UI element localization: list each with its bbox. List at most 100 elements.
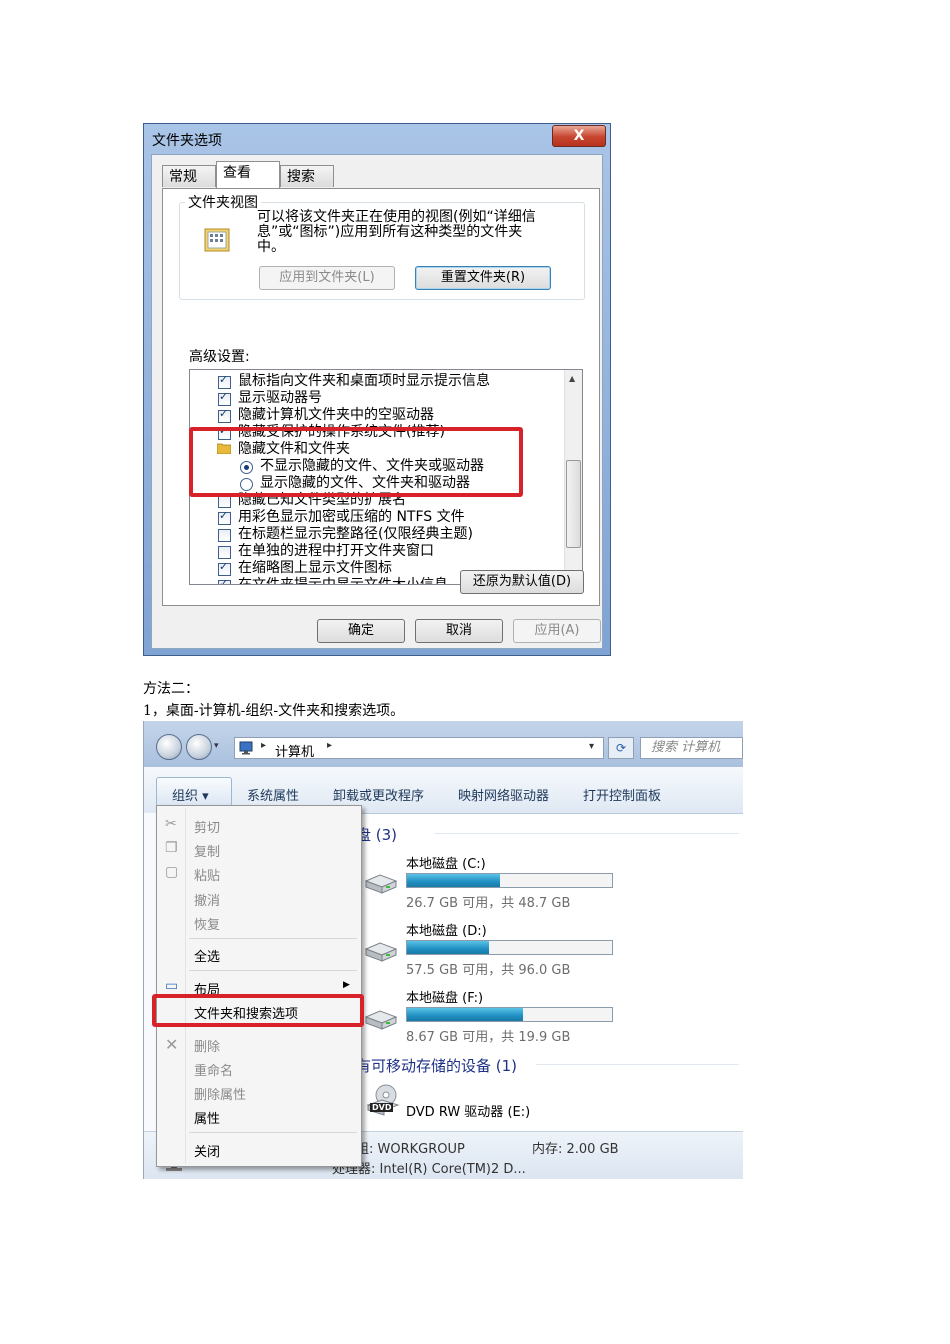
- cancel-button[interactable]: 取消: [415, 619, 503, 643]
- setting-item: 在缩略图上显示文件图标: [238, 560, 392, 576]
- back-button[interactable]: [156, 734, 182, 760]
- checkbox[interactable]: [218, 577, 231, 584]
- menu-item-properties[interactable]: 属性: [194, 1108, 220, 1127]
- hard-disks-section: 盘 (3): [356, 826, 398, 844]
- computer-icon: [239, 741, 255, 755]
- breadcrumb-chevron-icon[interactable]: ▸: [327, 740, 332, 751]
- method-heading: 方法二：: [143, 681, 199, 697]
- highlight-box: [152, 994, 364, 1027]
- menu-item-delete[interactable]: 删除: [194, 1036, 220, 1055]
- setting-item: 在文件夹提示中显示文件大小信息: [238, 577, 448, 585]
- list-scrollbar[interactable]: ▲ ▼: [564, 370, 582, 584]
- drive-f-name[interactable]: 本地磁盘 (F:): [406, 987, 483, 1006]
- folder-views-label: 文件夹视图: [185, 192, 261, 212]
- tab-view[interactable]: 查看: [216, 161, 280, 188]
- folder-view-icon: [203, 225, 233, 255]
- menu-item-cut[interactable]: 剪切: [194, 817, 220, 836]
- dialog-client: 常规 查看 搜索 文件夹视图 可以将该文件夹正在使用的视图(例如“详细信 息”或…: [151, 154, 603, 649]
- drive-c-usage-fill: [407, 874, 500, 887]
- checkbox[interactable]: [218, 560, 231, 576]
- menu-separator: [189, 970, 357, 971]
- checkbox[interactable]: [218, 407, 231, 423]
- checkbox[interactable]: [218, 373, 231, 389]
- setting-item: 鼠标指向文件夹和桌面项时显示提示信息: [238, 373, 490, 389]
- breadcrumb-separator-icon: ▸: [261, 740, 267, 751]
- explorer-window: ▾ ▸ 计算机 ▸ ▾ ⟳ 搜索 计算机 组织 ▾ 系统属性 卸载或更改程序 映…: [143, 721, 743, 1179]
- setting-item: 在标题栏显示完整路径(仅限经典主题): [238, 526, 473, 542]
- highlight-box: [189, 427, 523, 497]
- checkbox[interactable]: [218, 390, 231, 406]
- setting-item: 在单独的进程中打开文件夹窗口: [238, 543, 434, 559]
- step-text: 1，桌面-计算机-组织-文件夹和搜索选项。: [143, 703, 405, 719]
- section-divider: [536, 1064, 739, 1065]
- map-network-drive-button[interactable]: 映射网络驱动器: [458, 785, 549, 804]
- apply-to-folders-button[interactable]: 应用到文件夹(L): [259, 266, 395, 290]
- menu-item-rename[interactable]: 重命名: [194, 1060, 233, 1079]
- refresh-icon[interactable]: ⟳: [608, 737, 634, 759]
- menu-separator: [189, 1132, 357, 1133]
- drive-f-usage-bar: [406, 1007, 613, 1022]
- menu-item-undo[interactable]: 撤消: [194, 890, 220, 909]
- memory-info: 内存: 2.00 GB: [532, 1142, 619, 1157]
- tab-general[interactable]: 常规: [162, 165, 216, 187]
- dvd-drive-name[interactable]: DVD RW 驱动器 (E:): [406, 1101, 530, 1120]
- drive-d-name[interactable]: 本地磁盘 (D:): [406, 920, 487, 939]
- hard-drive-icon: [364, 1007, 398, 1031]
- checkbox[interactable]: [218, 509, 231, 525]
- folder-options-dialog: 文件夹选项 X 常规 查看 搜索 文件夹视图 可以将该文件夹正在使用的视图(例如…: [143, 123, 611, 656]
- breadcrumb-computer[interactable]: 计算机: [275, 741, 314, 760]
- drive-d-usage-fill: [407, 941, 490, 954]
- section-divider: [434, 833, 739, 834]
- checkbox[interactable]: [218, 529, 231, 542]
- menu-item-close[interactable]: 关闭: [194, 1141, 220, 1160]
- menu-item-remove-properties[interactable]: 删除属性: [194, 1084, 246, 1103]
- delete-icon: ✕: [165, 1035, 179, 1054]
- submenu-arrow-icon: ▶: [343, 980, 350, 990]
- checkbox[interactable]: [218, 546, 231, 559]
- hard-drive-icon: [364, 871, 398, 895]
- advanced-settings-label: 高级设置:: [189, 349, 250, 365]
- restore-defaults-button[interactable]: 还原为默认值(D): [460, 570, 584, 594]
- drive-c-usage-bar: [406, 873, 613, 888]
- open-control-panel-button[interactable]: 打开控制面板: [583, 785, 661, 804]
- forward-button[interactable]: [186, 734, 212, 760]
- organize-button[interactable]: 组织 ▾: [172, 785, 209, 804]
- menu-item-copy[interactable]: 复制: [194, 841, 220, 860]
- scroll-up-icon[interactable]: ▲: [569, 374, 575, 383]
- layout-icon: ▭: [165, 978, 179, 994]
- dvd-badge: DVD: [370, 1103, 394, 1112]
- drive-d-free-space: 57.5 GB 可用，共 96.0 GB: [406, 963, 571, 978]
- drive-c-name[interactable]: 本地磁盘 (C:): [406, 853, 486, 872]
- close-button[interactable]: X: [552, 125, 606, 147]
- search-input[interactable]: 搜索 计算机: [640, 737, 743, 759]
- folder-views-description: 可以将该文件夹正在使用的视图(例如“详细信 息”或“图标”)应用到所有这种类型的…: [257, 209, 536, 255]
- address-box[interactable]: ▸ 计算机 ▸ ▾: [234, 737, 604, 760]
- reset-folders-button[interactable]: 重置文件夹(R): [415, 266, 551, 290]
- removable-section: 有可移动存储的设备 (1): [356, 1057, 518, 1075]
- chevron-down-icon[interactable]: ▾: [214, 741, 219, 751]
- ok-button[interactable]: 确定: [317, 619, 405, 643]
- drive-c-free-space: 26.7 GB 可用，共 48.7 GB: [406, 896, 571, 911]
- drive-f-usage-fill: [407, 1008, 523, 1021]
- system-properties-button[interactable]: 系统属性: [247, 785, 299, 804]
- hard-drive-icon: [364, 939, 398, 963]
- setting-item: 隐藏计算机文件夹中的空驱动器: [238, 407, 434, 423]
- menu-gutter: [185, 808, 186, 1163]
- menu-separator: [189, 938, 357, 939]
- uninstall-program-button[interactable]: 卸载或更改程序: [333, 785, 424, 804]
- history-dropdown-icon[interactable]: ▾: [589, 741, 594, 752]
- address-bar-area: ▾ ▸ 计算机 ▸ ▾ ⟳ 搜索 计算机: [144, 721, 743, 767]
- scroll-thumb[interactable]: [566, 460, 581, 548]
- setting-item: 用彩色显示加密或压缩的 NTFS 文件: [238, 509, 465, 525]
- menu-item-select-all[interactable]: 全选: [194, 946, 220, 965]
- copy-icon: ❐: [165, 840, 178, 856]
- paste-icon: ▢: [165, 864, 179, 880]
- tab-search[interactable]: 搜索: [280, 165, 334, 187]
- menu-item-paste[interactable]: 粘贴: [194, 865, 220, 884]
- menu-item-redo[interactable]: 恢复: [194, 914, 220, 933]
- drive-d-usage-bar: [406, 940, 613, 955]
- organize-menu: ✂ 剪切 ❐ 复制 ▢ 粘贴 撤消 恢复 全选 ▭ 布局 ▶ 文件夹和搜索选项 …: [156, 805, 362, 1167]
- apply-button[interactable]: 应用(A): [513, 619, 601, 643]
- cut-icon: ✂: [165, 816, 177, 832]
- drive-f-free-space: 8.67 GB 可用，共 19.9 GB: [406, 1030, 571, 1045]
